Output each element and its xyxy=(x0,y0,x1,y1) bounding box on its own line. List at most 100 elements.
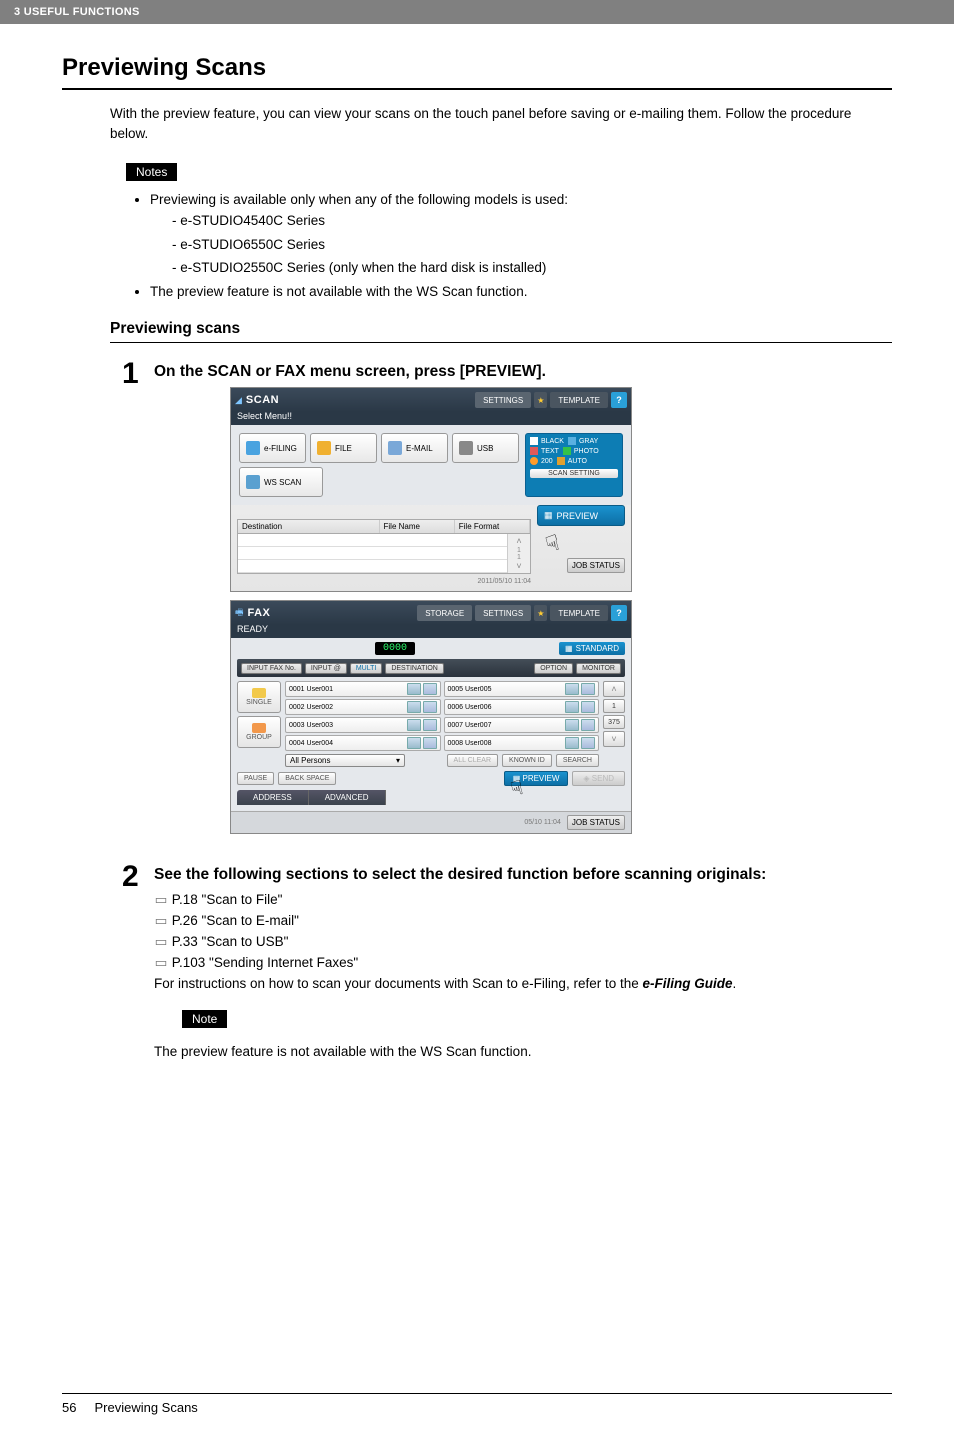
tab-advanced[interactable]: ADVANCED xyxy=(309,790,386,805)
col-fileformat: File Format xyxy=(455,520,530,533)
single-button[interactable]: SINGLE xyxy=(237,681,281,713)
scan-home-icon: ◢ xyxy=(235,395,242,406)
mail-icon xyxy=(423,683,437,695)
footer-title: Previewing Scans xyxy=(94,1400,197,1415)
grid-icon: ▦ xyxy=(565,644,573,653)
mail-icon xyxy=(423,701,437,713)
list-icon xyxy=(407,737,421,749)
title-rule xyxy=(62,88,892,90)
fax-preview-button[interactable]: ▦ PREVIEW xyxy=(504,771,569,786)
scan-template-pill[interactable]: TEMPLATE xyxy=(550,392,608,408)
wsscan-icon xyxy=(246,475,260,489)
chevron-down-icon: ˅ xyxy=(611,734,616,744)
fax-ready: READY xyxy=(231,624,631,638)
list-icon xyxy=(565,701,579,713)
notes-list: Previewing is available only when any of… xyxy=(150,189,892,303)
scan-setting-button[interactable]: SCAN SETTING xyxy=(530,469,618,478)
wsscan-button[interactable]: WS SCAN xyxy=(239,467,323,497)
list-icon xyxy=(407,701,421,713)
page-up-button[interactable]: ˄ xyxy=(603,681,625,697)
monitor-button[interactable]: MONITOR xyxy=(576,663,621,674)
file-icon xyxy=(317,441,331,455)
book-icon: ▭ xyxy=(154,932,168,953)
all-persons-dropdown[interactable]: All Persons▾ xyxy=(285,754,405,767)
mail-icon xyxy=(581,701,595,713)
efiling-button[interactable]: e-FILING xyxy=(239,433,306,463)
group-button[interactable]: GROUP xyxy=(237,716,281,748)
user-grid: 0001 User0010005 User0050002 User0020006… xyxy=(285,681,599,751)
scan-screenshot: ◢ SCAN SETTINGS ★ TEMPLATE ? Select Menu… xyxy=(230,387,632,592)
step-2-number: 2 xyxy=(122,862,154,1059)
user-entry[interactable]: 0008 User008 xyxy=(444,735,600,751)
star-icon: ★ xyxy=(534,605,547,621)
all-clear-button[interactable]: ALL CLEAR xyxy=(447,754,498,767)
scan-preview-button[interactable]: ▦PREVIEW xyxy=(537,505,625,526)
user-entry[interactable]: 0003 User003 xyxy=(285,717,441,733)
note-label: Note xyxy=(182,1010,227,1028)
scroll-arrows[interactable]: ˄11˅ xyxy=(507,534,530,573)
ref-link-1[interactable]: P.18 "Scan to File" xyxy=(172,892,283,907)
chevron-down-icon: ˅ xyxy=(516,561,521,571)
usb-button[interactable]: USB xyxy=(452,433,519,463)
user-entry[interactable]: 0006 User006 xyxy=(444,699,600,715)
ref-link-2[interactable]: P.26 "Scan to E-mail" xyxy=(172,913,299,928)
note-text: The preview feature is not available wit… xyxy=(154,1044,892,1059)
help-icon[interactable]: ? xyxy=(611,392,627,408)
search-button[interactable]: SEARCH xyxy=(556,754,599,767)
step-1-number: 1 xyxy=(122,359,154,852)
fax-settings-pill[interactable]: SETTINGS xyxy=(475,605,531,621)
backspace-button[interactable]: BACK SPACE xyxy=(278,772,336,785)
mail-icon xyxy=(581,719,595,731)
scan-job-grid: Destination File Name File Format ˄11˅ xyxy=(237,519,531,574)
page-number: 56 xyxy=(62,1400,76,1415)
scan-settings-side: BLACK GRAY TEXT PHOTO 200 AUTO xyxy=(525,433,623,497)
tab-address[interactable]: ADDRESS xyxy=(237,790,309,805)
fax-datetime: 05/10 11:04 xyxy=(524,819,560,826)
efiling-icon xyxy=(246,441,260,455)
fax-storage-pill[interactable]: STORAGE xyxy=(417,605,472,621)
user-entry[interactable]: 0005 User005 xyxy=(444,681,600,697)
step-2-tail-c: . xyxy=(732,976,736,991)
chevron-down-icon: ▾ xyxy=(396,756,400,765)
file-button[interactable]: FILE xyxy=(310,433,377,463)
user-entry[interactable]: 0004 User004 xyxy=(285,735,441,751)
subsection-rule xyxy=(110,342,892,343)
step-2: 2 See the following sections to select t… xyxy=(122,862,892,1059)
email-icon xyxy=(388,441,402,455)
multi-button[interactable]: MULTI xyxy=(350,663,382,674)
resolution-icon xyxy=(530,457,538,465)
user-entry[interactable]: 0007 User007 xyxy=(444,717,600,733)
email-button[interactable]: E-MAIL xyxy=(381,433,448,463)
scan-settings-pill[interactable]: SETTINGS xyxy=(475,392,531,408)
fax-template-pill[interactable]: TEMPLATE xyxy=(550,605,608,621)
user-entry[interactable]: 0001 User001 xyxy=(285,681,441,697)
step-1: 1 On the SCAN or FAX menu screen, press … xyxy=(122,359,892,852)
notes-model-1: e-STUDIO4540C Series xyxy=(172,210,892,232)
list-icon xyxy=(565,719,579,731)
help-icon[interactable]: ? xyxy=(611,605,627,621)
fax-jobstatus-button[interactable]: JOB STATUS xyxy=(567,815,625,830)
col-filename: File Name xyxy=(380,520,455,533)
pause-button[interactable]: PAUSE xyxy=(237,772,274,785)
scan-datetime: 2011/05/10 11:04 xyxy=(237,578,531,585)
usb-icon xyxy=(459,441,473,455)
user-entry[interactable]: 0002 User002 xyxy=(285,699,441,715)
preview-icon: ▦ xyxy=(544,510,553,521)
scan-jobstatus-button[interactable]: JOB STATUS xyxy=(567,558,625,573)
list-icon xyxy=(407,683,421,695)
fax-title: FAX xyxy=(248,607,415,619)
destination-button[interactable]: DESTINATION xyxy=(385,663,444,674)
chevron-up-icon: ˄ xyxy=(516,536,521,546)
col-destination: Destination xyxy=(238,520,380,533)
chevron-up-icon: ˄ xyxy=(611,684,616,694)
page-title: Previewing Scans xyxy=(62,54,892,82)
ref-link-3[interactable]: P.33 "Scan to USB" xyxy=(172,934,289,949)
known-id-button[interactable]: KNOWN ID xyxy=(502,754,552,767)
ref-link-4[interactable]: P.103 "Sending Internet Faxes" xyxy=(172,955,358,970)
input-at-button[interactable]: INPUT @ xyxy=(305,663,347,674)
input-fax-no-button[interactable]: INPUT FAX No. xyxy=(241,663,302,674)
mail-icon xyxy=(581,737,595,749)
send-button[interactable]: ◈ SEND xyxy=(572,771,625,786)
option-button[interactable]: OPTION xyxy=(534,663,573,674)
page-down-button[interactable]: ˅ xyxy=(603,731,625,747)
